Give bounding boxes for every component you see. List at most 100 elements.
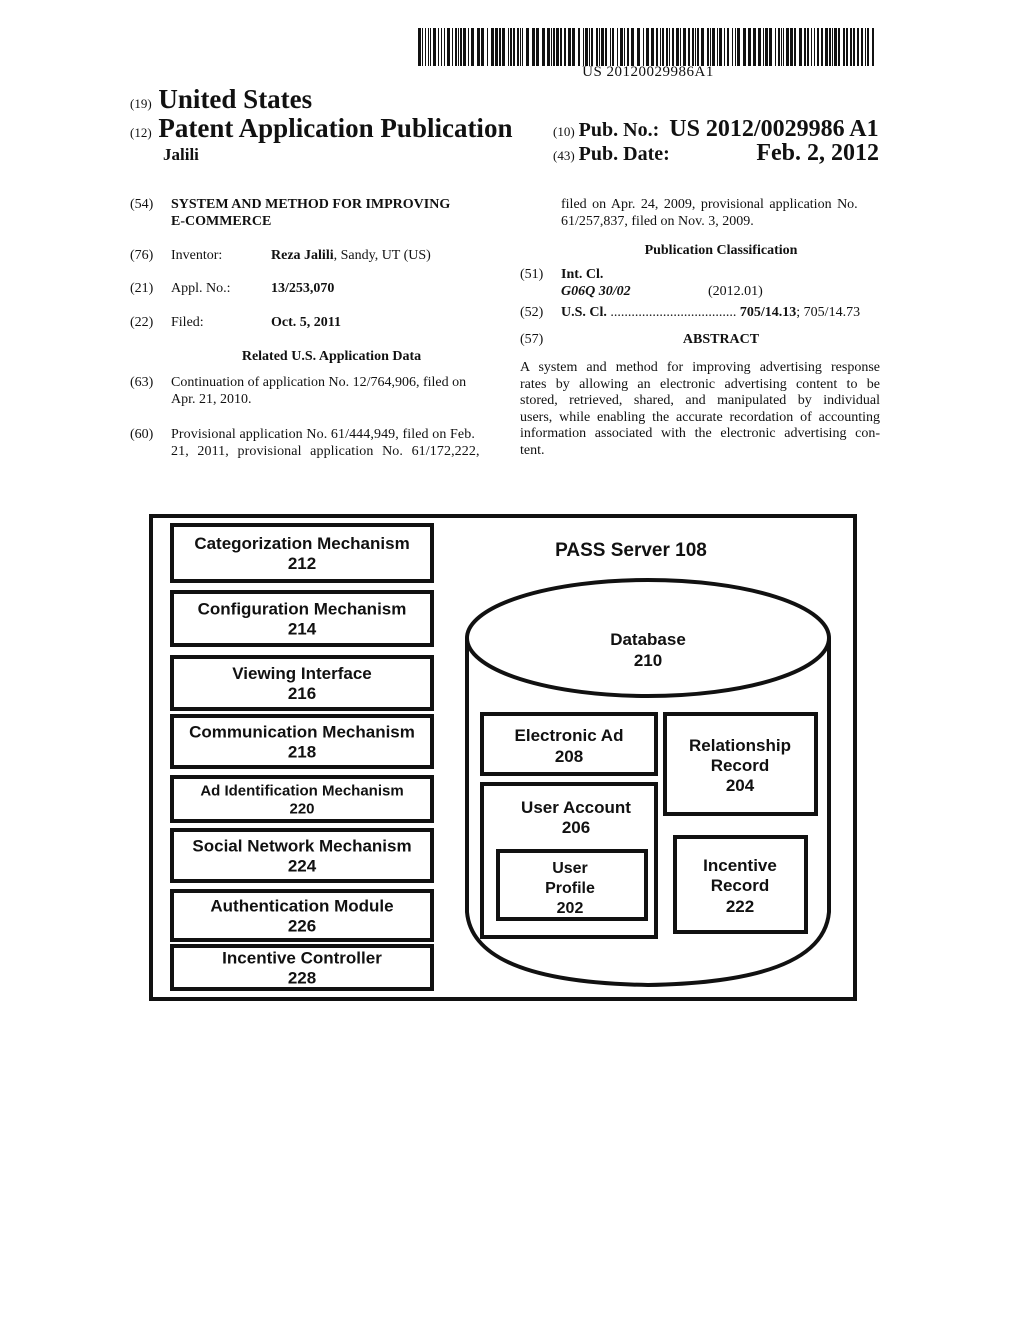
us-cl-secondary: ; 705/14.73 <box>796 305 861 320</box>
barcode-bar <box>850 28 852 66</box>
provisional-line-3: filed on Apr. 24, 2009, provisional appl… <box>561 197 858 212</box>
barcode-bar <box>526 28 529 66</box>
electronic-ad-name: Electronic Ad <box>515 726 624 745</box>
module-ref: 216 <box>288 684 316 703</box>
electronic-ad-ref: 208 <box>555 747 583 766</box>
barcode-bar <box>517 28 519 66</box>
barcode-bar <box>520 28 521 66</box>
barcode-bar <box>605 28 607 66</box>
barcode-bar <box>418 28 421 66</box>
barcode-bar <box>532 28 535 66</box>
barcode-bar <box>825 28 828 66</box>
int-cl-field: (51) Int. Cl. G06Q 30/02 (2012.01) <box>520 267 880 300</box>
user-account-name: User Account <box>521 798 631 817</box>
barcode-bar <box>683 28 686 66</box>
barcode-bar <box>553 28 555 66</box>
barcode-bar <box>447 28 450 66</box>
abstract-heading-row: (57) ABSTRACT <box>520 332 880 349</box>
module-categorization-mechanism: Categorization Mechanism212 <box>170 523 434 583</box>
pub-number: US 2012/0029986 A1 <box>669 116 879 142</box>
barcode-bar <box>547 28 550 66</box>
user-profile-line-1: User <box>552 860 588 877</box>
us-cl-label: U.S. Cl. <box>561 305 607 320</box>
pub-number-line: (10) Pub. No.: US 2012/0029986 A1 <box>553 116 879 143</box>
barcode-bar <box>499 28 501 66</box>
continuation-field: (63) Continuation of application No. 12/… <box>130 375 492 408</box>
barcode-bar <box>438 28 439 66</box>
barcode-bar <box>753 28 756 66</box>
module-ref: 226 <box>288 916 316 935</box>
barcode-bar <box>867 28 869 66</box>
module-ad-identification-mechanism: Ad Identification Mechanism220 <box>170 775 434 823</box>
barcode-bar <box>676 28 679 66</box>
barcode-bar <box>627 28 629 66</box>
module-incentive-controller: Incentive Controller228 <box>170 944 434 991</box>
barcode-bar <box>601 28 604 66</box>
publication-type-line: (12) Patent Application Publication <box>130 113 512 144</box>
provisional-line-1: Provisional application No. 61/444,949, … <box>171 427 475 442</box>
barcode-bar <box>710 28 711 66</box>
barcode-bar <box>765 28 768 66</box>
module-name: Authentication Module <box>210 896 393 915</box>
module-name: Communication Mechanism <box>189 722 415 741</box>
barcode-bar <box>763 28 764 66</box>
barcode-bar <box>422 28 423 66</box>
user-profile-line-2: Profile <box>545 880 595 897</box>
barcode-bar <box>717 28 718 66</box>
barcode-bar <box>707 28 709 66</box>
barcode-bar <box>672 28 674 66</box>
barcode-bar <box>743 28 746 66</box>
user-account-ref: 206 <box>562 818 590 837</box>
barcode-bar <box>556 28 559 66</box>
int-cl-label: Int. Cl. <box>561 267 604 282</box>
abstract-heading: ABSTRACT <box>682 332 760 347</box>
continuation-line-1: Continuation of application No. 12/764,9… <box>171 375 467 390</box>
barcode-bar <box>807 28 809 66</box>
barcode-bar <box>572 28 575 66</box>
barcode-bar <box>433 28 436 66</box>
barcode-bar <box>814 28 815 66</box>
module-social-network-mechanism: Social Network Mechanism224 <box>170 828 434 883</box>
module-name: Incentive Controller <box>222 948 382 967</box>
barcode-bar <box>589 28 590 66</box>
barcode-bar <box>430 28 431 66</box>
pub-number-label: Pub. No.: <box>578 119 660 141</box>
barcode-bar <box>599 28 600 66</box>
barcode-bar <box>701 28 704 66</box>
barcode-bar <box>790 28 793 66</box>
abstract-body: A system and method for improving advert… <box>520 360 880 459</box>
inid-code: (43) <box>553 148 575 163</box>
barcode-bar <box>428 28 429 66</box>
barcode-bar <box>656 28 658 66</box>
classification-heading: Publication Classification <box>644 243 798 258</box>
barcode-bar <box>783 28 784 66</box>
module-name: Configuration Mechanism <box>198 599 407 618</box>
country: United States <box>158 84 313 114</box>
related-data-heading: Related U.S. Application Data <box>241 349 422 364</box>
barcode-bar <box>646 28 649 66</box>
inid-code: (21) <box>130 281 154 296</box>
inid-code: (51) <box>520 267 544 282</box>
barcode-bar <box>596 28 598 66</box>
barcode-bar <box>513 28 515 66</box>
barcode-bar <box>727 28 729 66</box>
barcode-bar <box>522 28 523 66</box>
barcode-bar <box>811 28 812 66</box>
inid-code: (60) <box>130 427 154 442</box>
barcode-bar <box>591 28 593 66</box>
barcode-bar <box>692 28 694 66</box>
barcode <box>418 28 874 66</box>
inid-code: (22) <box>130 315 154 330</box>
barcode-bar <box>617 28 618 66</box>
user-profile-ref: 202 <box>557 900 584 917</box>
barcode-bar <box>542 28 545 66</box>
abstract-line: information associated with the electron… <box>520 426 880 441</box>
barcode-bar <box>510 28 512 66</box>
barcode-bar <box>786 28 789 66</box>
inid-code: (76) <box>130 248 154 263</box>
barcode-bar <box>778 28 780 66</box>
barcode-bar <box>695 28 696 66</box>
barcode-bar <box>444 28 445 66</box>
barcode-bar <box>491 28 494 66</box>
barcode-bar <box>458 28 459 66</box>
